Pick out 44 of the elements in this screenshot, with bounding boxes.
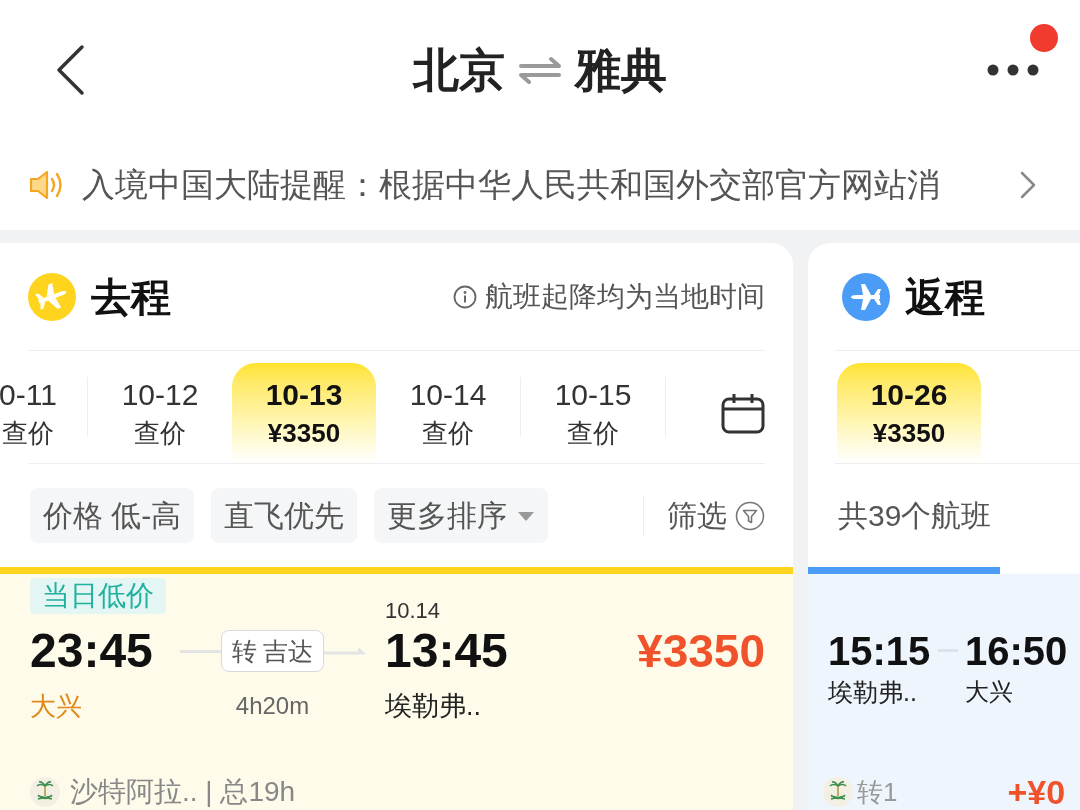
date-tab[interactable]: 10-12 查价 <box>88 363 232 463</box>
departure-airport: 大兴 <box>30 690 82 723</box>
sort-dropdown[interactable]: 更多排序 <box>374 488 549 543</box>
airline-info: 沙特阿拉.. | 总19h <box>70 777 296 807</box>
flight-duration: 4h20m <box>234 691 311 721</box>
chevron-right-icon[interactable] <box>1020 171 1036 199</box>
arrival-date: 10.14 <box>385 599 441 623</box>
back-icon <box>54 44 86 96</box>
departure-time: 15:15 <box>828 628 930 675</box>
date-tab[interactable]: 10-15 查价 <box>521 363 665 463</box>
arrival-time: 16:50 <box>965 628 1068 675</box>
notice-text[interactable]: 入境中国大陆提醒：根据中华人民共和国外交部官方网站消 <box>82 164 1004 206</box>
caret-down-icon <box>517 510 536 521</box>
arrival-airport: 埃勒弗.. <box>385 690 481 723</box>
arrival-airport: 大兴 <box>965 677 1013 707</box>
sort-chip[interactable]: 直飞优先 <box>211 488 358 543</box>
flight-price: ¥3350 <box>637 624 765 679</box>
trip-title: 返程 <box>905 273 985 321</box>
flight-count: 共39个航班 <box>838 497 992 534</box>
info-icon <box>453 284 477 309</box>
stops-label: 转1 <box>857 776 898 809</box>
palm-logo-icon <box>30 777 60 807</box>
more-icon <box>987 64 1039 76</box>
departure-time: 23:45 <box>30 623 153 679</box>
flight-card[interactable]: 当日低价 10.14 23:45 转 吉达 13:45 ¥3350 大兴 4h20m 埃勒弗.. 沙特阿拉.. | 总19h <box>0 574 793 810</box>
trip-title: 去程 <box>91 273 171 321</box>
calendar-icon[interactable] <box>721 392 765 434</box>
palm-logo-icon <box>823 777 853 807</box>
date-tab[interactable]: 0-11 查价 <box>0 363 87 463</box>
low-price-tag: 当日低价 <box>30 578 166 614</box>
sort-chip[interactable]: 价格 低-高 <box>30 488 195 543</box>
filter-button[interactable]: 筛选 <box>667 495 765 536</box>
destination-city: 雅典 <box>575 43 667 98</box>
date-tab[interactable]: 10-13 ¥3350 <box>232 363 376 463</box>
departure-airport: 埃勒弗.. <box>828 677 918 708</box>
date-tab[interactable]: 10-14 查价 <box>376 363 520 463</box>
filter-icon <box>735 500 765 531</box>
origin-city: 北京 <box>413 43 505 98</box>
date-tab[interactable]: 10-26 ¥3350 <box>837 363 981 463</box>
price-difference: +¥0 <box>1007 775 1066 809</box>
flight-card[interactable]: 15:15 16:50 埃勒弗.. 大兴 转1 +¥0 <box>808 574 1080 810</box>
transfer-city-label: 转 吉达 <box>220 630 325 672</box>
arrival-time: 13:45 <box>385 623 508 679</box>
local-time-note: 航班起降均为当地时间 <box>485 279 765 314</box>
